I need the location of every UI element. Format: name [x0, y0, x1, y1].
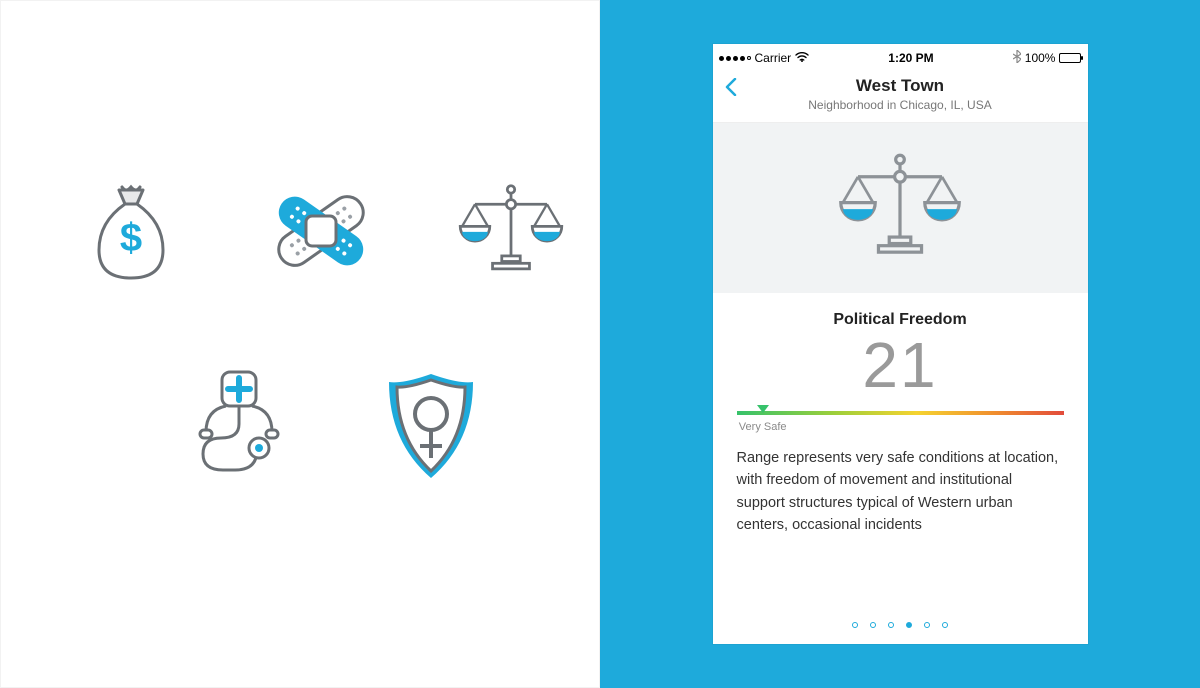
bluetooth-icon	[1013, 50, 1021, 66]
pager-dot[interactable]	[888, 622, 894, 628]
gauge-label: Very Safe	[739, 421, 787, 433]
pager-dot[interactable]	[870, 622, 876, 628]
battery-icon	[1059, 53, 1081, 63]
pager-dot[interactable]	[906, 622, 912, 628]
signal-dots-icon	[719, 56, 751, 61]
clock-label: 1:20 PM	[888, 51, 933, 65]
gauge-marker	[757, 405, 769, 413]
scales-icon	[830, 148, 970, 268]
wifi-icon	[795, 51, 809, 65]
battery-pct-label: 100%	[1025, 51, 1056, 65]
stethoscope-icon	[181, 371, 301, 491]
money-bag-icon: $	[71, 171, 191, 291]
bandage-icon	[261, 171, 381, 291]
page-subtitle: Neighborhood in Chicago, IL, USA	[713, 98, 1088, 112]
metric-block: Political Freedom 21	[713, 293, 1088, 397]
pager-dot[interactable]	[942, 622, 948, 628]
metric-value: 21	[737, 333, 1064, 397]
page-title: West Town	[713, 76, 1088, 96]
status-bar: Carrier 1:20 PM 100%	[713, 48, 1088, 68]
phone-backdrop: Carrier 1:20 PM 100% West Town Neighborh…	[600, 0, 1200, 688]
safety-gauge: Very Safe	[713, 397, 1088, 433]
scales-icon	[451, 171, 571, 291]
pager-dot[interactable]	[852, 622, 858, 628]
shield-female-icon	[371, 371, 491, 491]
pager-dot[interactable]	[924, 622, 930, 628]
page-indicator[interactable]	[713, 602, 1088, 644]
icon-palette-panel: $	[0, 0, 600, 688]
hero-illustration	[713, 123, 1088, 293]
metric-description: Range represents very safe conditions at…	[713, 433, 1088, 537]
back-button[interactable]	[725, 78, 737, 102]
metric-title: Political Freedom	[737, 311, 1064, 329]
svg-text:$: $	[120, 216, 142, 260]
nav-header: West Town Neighborhood in Chicago, IL, U…	[713, 68, 1088, 123]
phone-frame: Carrier 1:20 PM 100% West Town Neighborh…	[713, 44, 1088, 644]
carrier-label: Carrier	[755, 51, 792, 65]
